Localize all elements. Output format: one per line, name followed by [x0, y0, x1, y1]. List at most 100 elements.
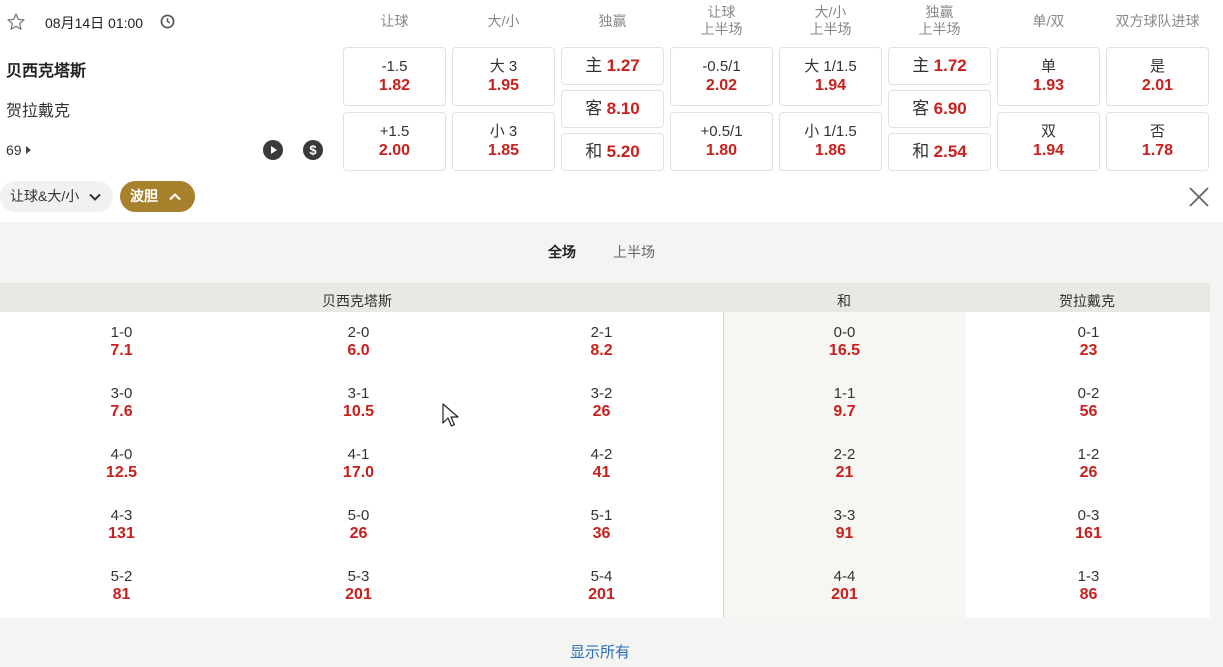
score-cell-home[interactable]: 5-3 201 [237, 568, 480, 605]
odds-outcome: 主 [912, 56, 930, 75]
odds-value: 2.01 [1141, 77, 1174, 94]
score-cell-draw[interactable]: 2-2 21 [723, 446, 966, 483]
odds-over[interactable]: 大 3 1.95 [452, 47, 555, 106]
score-label: 4-3 [110, 507, 133, 524]
odds-handicap-away[interactable]: +1.5 2.00 [343, 112, 446, 171]
odds-1h-over[interactable]: 大 1/1.5 1.94 [779, 47, 882, 106]
score-cell-home[interactable]: 5-2 81 [0, 568, 243, 605]
odds-under[interactable]: 小 3 1.85 [452, 112, 555, 171]
odds-btts-yes[interactable]: 是 2.01 [1106, 47, 1209, 106]
score-cell-draw[interactable]: 3-3 91 [723, 507, 966, 544]
score-cell-draw[interactable]: 1-1 9.7 [723, 385, 966, 422]
score-odds: 81 [112, 586, 131, 603]
odds-1h-1x2-draw[interactable]: 和 2.54 [888, 133, 991, 171]
score-cell-home[interactable]: 3-2 26 [480, 385, 723, 422]
score-label: 1-3 [1077, 568, 1100, 585]
score-odds: 6.0 [347, 342, 370, 359]
filter-handicap-ou-chip[interactable]: 让球&大/小 [0, 181, 113, 212]
odds-outcome: 是 [1149, 58, 1165, 75]
play-video-icon[interactable] [263, 140, 283, 160]
score-cell-home[interactable]: 2-1 8.2 [480, 324, 723, 361]
score-odds: 26 [592, 403, 611, 420]
chevron-down-icon [89, 193, 101, 201]
score-label: 1-2 [1077, 446, 1100, 463]
match-minute[interactable]: 69 [6, 142, 32, 158]
odds-1h-under[interactable]: 小 1/1.5 1.86 [779, 112, 882, 171]
odds-outcome: 主 [585, 56, 603, 75]
odds-line: 大 3 [489, 58, 518, 75]
score-cell-home[interactable]: 4-1 17.0 [237, 446, 480, 483]
col-header-1h-handicap: 让球 上半场 [670, 4, 773, 38]
odds-1x2-draw[interactable]: 和 5.20 [561, 133, 664, 171]
score-label: 1-1 [833, 385, 856, 402]
odds-value: 1.86 [814, 142, 847, 159]
score-odds: 23 [1079, 342, 1098, 359]
score-label: 4-0 [110, 446, 133, 463]
correct-score-chip[interactable]: 波胆 [120, 181, 195, 212]
show-all-link[interactable]: 显示所有 [570, 641, 630, 662]
odds-1x2-away[interactable]: 客 8.10 [561, 90, 664, 128]
odds-1x2-home[interactable]: 主 1.27 [561, 47, 664, 85]
score-cell-away[interactable]: 0-3 161 [967, 507, 1210, 544]
score-odds: 7.1 [110, 342, 133, 359]
score-cell-away[interactable]: 0-1 23 [967, 324, 1210, 361]
match-datetime: 08月14日 01:00 [45, 15, 144, 31]
col-header-label: 大/小 [487, 13, 520, 29]
odds-value: 1.95 [487, 77, 520, 94]
clock-icon [160, 14, 175, 29]
score-cell-home[interactable]: 5-0 26 [237, 507, 480, 544]
score-cell-home[interactable]: 5-1 36 [480, 507, 723, 544]
col-header-label: 大/小 [814, 4, 847, 20]
col-header-handicap: 让球 [343, 13, 446, 30]
col-header-label: 双方球队进球 [1115, 13, 1200, 29]
score-cell-away[interactable]: 1-2 26 [967, 446, 1210, 483]
tab-full-time[interactable]: 全场 [548, 242, 576, 262]
odds-outcome: 客 [912, 99, 930, 118]
score-cell-home[interactable]: 2-0 6.0 [237, 324, 480, 361]
close-icon[interactable] [1186, 184, 1212, 210]
score-table-header: 贝西克塔斯 和 贺拉戴克 [0, 283, 1210, 312]
away-column-header: 贺拉戴克 [1059, 293, 1115, 309]
chevron-up-icon [169, 193, 181, 201]
score-cell-home[interactable]: 1-0 7.1 [0, 324, 243, 361]
odds-1h-handicap-away[interactable]: +0.5/1 1.80 [670, 112, 773, 171]
odds-odd[interactable]: 单 1.93 [997, 47, 1100, 106]
score-odds: 12.5 [105, 464, 138, 481]
odds-value: 1.82 [378, 77, 411, 94]
score-cell-home[interactable]: 4-0 12.5 [0, 446, 243, 483]
score-cell-home[interactable]: 4-3 131 [0, 507, 243, 544]
score-label: 4-1 [347, 446, 370, 463]
score-label: 5-2 [110, 568, 133, 585]
score-cell-away[interactable]: 1-3 86 [967, 568, 1210, 605]
odds-value: 1.94 [1032, 142, 1065, 159]
odds-1h-1x2-home[interactable]: 主 1.72 [888, 47, 991, 85]
minute-value: 69 [6, 142, 22, 158]
col-header-sublabel: 上半场 [700, 21, 743, 37]
score-cell-home[interactable]: 4-2 41 [480, 446, 723, 483]
odds-handicap-home[interactable]: -1.5 1.82 [343, 47, 446, 106]
col-header-label: 让球 [380, 13, 409, 29]
score-cell-draw[interactable]: 0-0 16.5 [723, 324, 966, 361]
odds-outcome: 单 [1040, 58, 1056, 75]
score-label: 0-3 [1077, 507, 1100, 524]
odds-1h-1x2-away[interactable]: 客 6.90 [888, 90, 991, 128]
score-odds: 21 [835, 464, 854, 481]
score-cell-home[interactable]: 5-4 201 [480, 568, 723, 605]
score-cell-away[interactable]: 0-2 56 [967, 385, 1210, 422]
score-label: 4-2 [590, 446, 613, 463]
odds-even[interactable]: 双 1.94 [997, 112, 1100, 171]
col-header-btts: 双方球队进球 [1106, 13, 1209, 30]
star-icon[interactable] [6, 12, 26, 32]
score-odds: 9.7 [833, 403, 856, 420]
tab-first-half[interactable]: 上半场 [613, 242, 655, 262]
score-label: 2-2 [833, 446, 856, 463]
col-header-over-under: 大/小 [452, 13, 555, 30]
odds-value: 1.78 [1141, 142, 1174, 159]
col-header-1h-1x2: 独赢 上半场 [888, 4, 991, 38]
odds-1h-handicap-home[interactable]: -0.5/1 2.02 [670, 47, 773, 106]
score-label: 0-1 [1077, 324, 1100, 341]
odds-btts-no[interactable]: 否 1.78 [1106, 112, 1209, 171]
score-cell-draw[interactable]: 4-4 201 [723, 568, 966, 605]
score-cell-home[interactable]: 3-0 7.6 [0, 385, 243, 422]
dollar-icon[interactable]: $ [303, 140, 323, 160]
